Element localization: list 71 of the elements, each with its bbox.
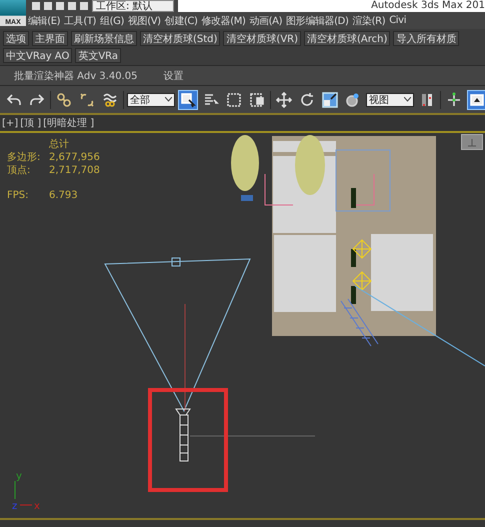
plugin-title: 批量渲染神器 Adv 3.40.05	[14, 70, 138, 82]
stats-value: 2,717,708	[49, 165, 100, 177]
axis-label: y	[16, 471, 22, 482]
link-icon	[56, 92, 72, 108]
placement-icon	[345, 92, 361, 108]
menu-item[interactable]: 动画(A)	[247, 14, 284, 28]
stats-label: FPS:	[7, 190, 30, 202]
plugin-button[interactable]: 清空材质球(VR)	[223, 31, 302, 46]
viewport[interactable]: y z x 总计 多边形: 2,677,956 顶点: 2,717,708 FPS: 6.793	[0, 131, 485, 518]
toolbar-button[interactable]	[178, 90, 198, 110]
menu-item[interactable]: 视图(V)	[126, 14, 163, 28]
caret-icon	[404, 97, 411, 102]
plugin-button[interactable]: 选项	[3, 31, 29, 46]
dark-bar	[351, 188, 356, 208]
pivot-icon	[419, 92, 435, 108]
plugin-button[interactable]: 英文VRa	[75, 48, 122, 63]
stats-label: 顶点:	[7, 165, 32, 177]
workspace-dropdown[interactable]: 工作区: 默认	[92, 0, 174, 12]
move-icon	[276, 92, 292, 108]
camera-target	[172, 258, 180, 266]
plugin-button[interactable]: 导入所有材质	[393, 31, 460, 46]
ladder-drawing	[340, 298, 378, 346]
stats-value: 6.793	[49, 190, 79, 202]
bind-icon	[102, 92, 118, 108]
axis-label: z	[12, 501, 18, 512]
select-list-icon	[203, 92, 219, 108]
scale-icon	[322, 92, 338, 108]
viewcube-button[interactable]	[461, 134, 483, 150]
menu-item[interactable]: 编辑(E)	[26, 14, 62, 28]
dark-bar	[351, 286, 356, 304]
light-gizmo	[352, 240, 372, 259]
crossing-icon	[249, 92, 265, 108]
menu-item[interactable]: 图形编辑器(D)	[284, 14, 350, 28]
rotate-icon	[299, 92, 315, 108]
plugin-button[interactable]: 主界面	[32, 31, 68, 46]
dark-bar	[351, 249, 356, 267]
plugin-button[interactable]: 清空材质球(Arch)	[304, 31, 390, 46]
dropdown[interactable]: 视图	[366, 92, 414, 106]
snap-icon	[469, 92, 485, 108]
plugin-button[interactable]: 中文VRay AO	[3, 48, 72, 63]
menu-item[interactable]: 创建(C)	[162, 14, 200, 28]
menu-item[interactable]: 工具(T)	[62, 14, 98, 28]
window-title: Autodesk 3ds Max 201	[178, 0, 485, 12]
plugin-button[interactable]: 刷新场景信息	[71, 31, 137, 46]
axis-gizmo	[14, 480, 32, 506]
region-icon	[226, 92, 242, 108]
caret-icon	[165, 97, 172, 102]
menu-item[interactable]: Civi	[387, 15, 408, 26]
toolbar-button[interactable]	[320, 90, 340, 110]
toolbar-button[interactable]	[274, 90, 294, 110]
stats-heading: 总计	[49, 139, 70, 151]
light-gizmo	[352, 272, 372, 291]
menu-item[interactable]: 组(G)	[98, 14, 126, 28]
viewport-label[interactable]: [+]	[2, 118, 18, 128]
stats-label: 多边形:	[7, 152, 42, 164]
viewport-label[interactable]: [明暗处理 ]	[43, 116, 94, 130]
stats-value: 2,677,956	[49, 152, 100, 164]
dropdown[interactable]: 全部	[127, 92, 175, 106]
pin-icon	[467, 139, 477, 147]
manipulate-icon	[446, 92, 462, 108]
camera-drawing	[175, 408, 191, 462]
room-outline	[336, 150, 390, 212]
unlink-icon	[79, 92, 95, 108]
toolbar-button[interactable]	[467, 90, 485, 110]
select-icon	[180, 92, 196, 108]
menu-item[interactable]: 渲染(R)	[350, 14, 388, 28]
axis-label: x	[34, 501, 40, 512]
plugin-button[interactable]: 清空材质球(Std)	[140, 31, 220, 46]
settings-menu[interactable]: 设置	[163, 68, 184, 82]
viewport-label[interactable]: [顶 ]	[20, 116, 42, 130]
menu-item[interactable]: 修改器(M)	[199, 14, 248, 28]
